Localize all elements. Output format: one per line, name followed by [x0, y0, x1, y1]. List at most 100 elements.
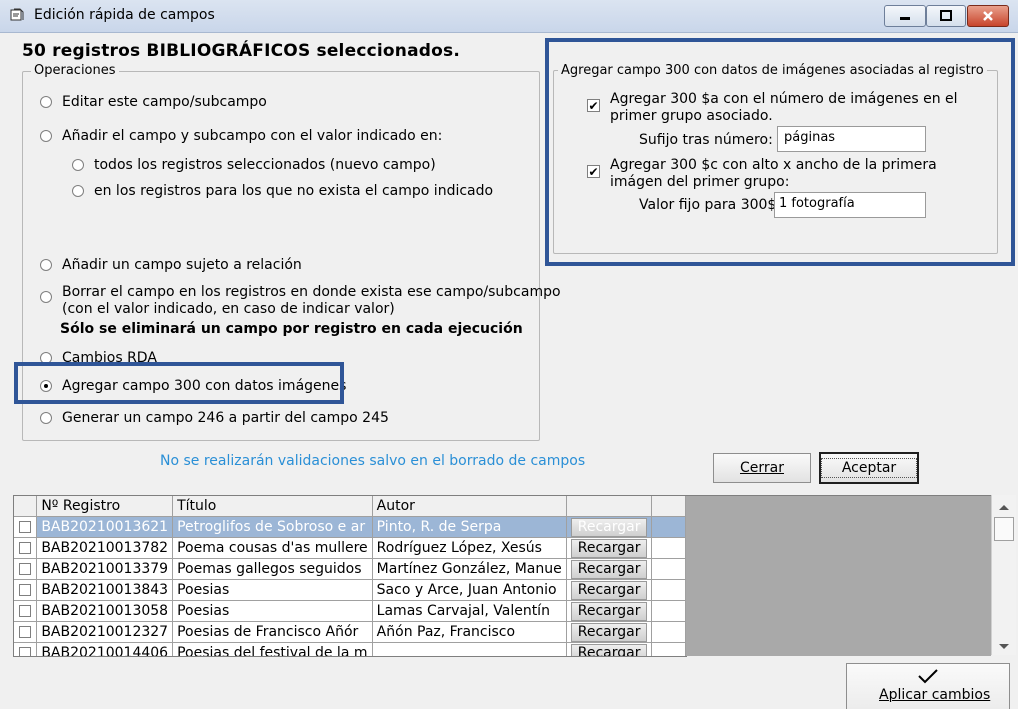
header-cell — [14, 496, 38, 517]
reload-button[interactable]: Recargar — [570, 517, 648, 537]
minimize-icon — [900, 17, 910, 20]
option-add-related-field[interactable]: Añadir un campo sujeto a relación — [40, 257, 302, 273]
radio-button[interactable] — [40, 130, 52, 142]
row-select-cell[interactable] — [14, 558, 38, 580]
row-select-cell[interactable] — [14, 600, 38, 622]
info-message: No se realizarán validaciones salvo en e… — [160, 453, 586, 469]
option-edit-field[interactable]: Editar este campo/subcampo — [40, 94, 267, 110]
row-select-cell[interactable] — [14, 537, 38, 559]
maximize-button[interactable] — [926, 5, 966, 27]
record-id: BAB20210012327 — [36, 621, 174, 643]
record-id: BAB20210013843 — [36, 579, 174, 601]
record-title: Poesias del festival de la m — [172, 642, 373, 656]
scroll-thumb[interactable] — [994, 517, 1014, 541]
reload-button[interactable]: Recargar — [570, 643, 648, 656]
empty-cell — [651, 642, 686, 656]
fixed-value-label: Valor fijo para 300$a: — [639, 197, 790, 213]
table-row[interactable]: BAB20210013379 Poemas gallegos seguidos … — [14, 558, 686, 580]
header-cell[interactable]: Título — [172, 496, 373, 517]
option-delete-field[interactable]: Borrar el campo en los registros en dond… — [40, 284, 561, 317]
check-300c-label: Agregar 300 $c con alto x ancho de la pr… — [610, 157, 937, 191]
record-author: Lamas Carvajal, Valentín — [372, 600, 567, 622]
row-checkbox[interactable] — [19, 521, 32, 533]
header-cell[interactable] — [566, 496, 653, 517]
delete-note: Sólo se eliminará un campo por registro … — [60, 321, 523, 337]
table-row[interactable]: BAB20210013621 Petroglifos de Sobroso e … — [14, 516, 686, 538]
label-line: Agregar 300 $c con alto x ancho de la pr… — [610, 157, 937, 173]
reload-button[interactable]: Recargar — [570, 580, 648, 600]
record-title: Poesias de Francisco Añór — [172, 621, 373, 643]
close-icon — [983, 11, 993, 21]
reload-button[interactable]: Recargar — [570, 601, 648, 621]
vertical-scrollbar[interactable] — [991, 495, 1016, 655]
row-checkbox[interactable] — [19, 626, 32, 638]
radio-button[interactable] — [40, 96, 52, 108]
reload-cell: Recargar — [566, 642, 653, 656]
row-select-cell[interactable] — [14, 516, 38, 538]
record-author: Martínez González, Manue — [372, 558, 567, 580]
maximize-icon — [940, 10, 952, 21]
reload-button[interactable]: Recargar — [570, 538, 648, 558]
header-cell[interactable] — [651, 496, 686, 517]
scroll-down-icon[interactable] — [998, 640, 1010, 655]
close-button[interactable] — [967, 5, 1009, 27]
record-id: BAB20210013782 — [36, 537, 174, 559]
table-row[interactable]: BAB20210013058 Poesias Lamas Carvajal, V… — [14, 600, 686, 622]
reload-cell: Recargar — [566, 600, 653, 622]
table-row[interactable]: BAB20210012327 Poesias de Francisco Añór… — [14, 621, 686, 643]
check-300c[interactable]: ✔ — [587, 165, 600, 178]
check-300a[interactable]: ✔ — [587, 99, 600, 112]
fixed-value-input[interactable]: 1 fotografía — [774, 192, 926, 218]
radio-button[interactable] — [40, 291, 52, 303]
reload-button[interactable]: Recargar — [570, 559, 648, 579]
empty-cell — [651, 516, 686, 538]
reload-cell: Recargar — [566, 537, 653, 559]
row-select-cell[interactable] — [14, 642, 38, 656]
record-title: Poemas gallegos seguidos — [172, 558, 373, 580]
radio-button[interactable] — [40, 412, 52, 424]
records-grid[interactable]: Nº Registro Título Autor BAB20210013621 … — [13, 495, 687, 657]
option-missing-field[interactable]: en los registros para los que no exista … — [72, 183, 493, 199]
radio-button[interactable] — [40, 259, 52, 271]
table-row[interactable]: BAB20210013843 Poesias Saco y Arce, Juan… — [14, 579, 686, 601]
table-row[interactable]: BAB20210013782 Poema cousas d'as mullere… — [14, 537, 686, 559]
window-title: Edición rápida de campos — [34, 7, 215, 23]
scroll-up-icon[interactable] — [998, 500, 1010, 515]
option-label-line2: (con el valor indicado, en caso de indic… — [62, 301, 395, 317]
record-title: Petroglifos de Sobroso e ar — [172, 516, 373, 538]
row-checkbox[interactable] — [19, 647, 32, 656]
table-row[interactable]: BAB20210014406 Poesias del festival de l… — [14, 642, 686, 656]
reload-cell: Recargar — [566, 621, 653, 643]
record-title: Poesias — [172, 579, 373, 601]
radio-button[interactable] — [72, 159, 84, 171]
header-cell[interactable]: Nº Registro — [36, 496, 174, 517]
record-title: Poema cousas d'as mullere — [172, 537, 373, 559]
option-label: todos los registros seleccionados (nuevo… — [94, 157, 436, 173]
reload-button[interactable]: Recargar — [570, 622, 648, 642]
label-line: imágen del primer grupo: — [610, 174, 790, 190]
row-checkbox[interactable] — [19, 605, 32, 617]
checkmark-icon: ✔ — [588, 164, 599, 179]
row-checkbox[interactable] — [19, 563, 32, 575]
header-cell[interactable]: Autor — [372, 496, 567, 517]
suffix-input[interactable]: páginas — [777, 126, 926, 152]
radio-button[interactable] — [72, 185, 84, 197]
title-bar: Edición rápida de campos — [0, 0, 1018, 33]
record-id: BAB20210013621 — [36, 516, 174, 538]
apply-changes-button[interactable]: Aplicar cambios — [846, 663, 1010, 709]
row-select-cell[interactable] — [14, 621, 38, 643]
empty-cell — [651, 558, 686, 580]
option-generate-246[interactable]: Generar un campo 246 a partir del campo … — [40, 410, 389, 426]
row-select-cell[interactable] — [14, 579, 38, 601]
accept-button[interactable]: Aceptar — [819, 452, 919, 484]
close-dialog-button[interactable]: Cerrar — [713, 453, 811, 483]
checkmark-icon — [918, 669, 938, 684]
option-add-field[interactable]: Añadir el campo y subcampo con el valor … — [40, 128, 442, 144]
option-all-records[interactable]: todos los registros seleccionados (nuevo… — [72, 157, 436, 173]
row-checkbox[interactable] — [19, 584, 32, 596]
row-checkbox[interactable] — [19, 542, 32, 554]
images-legend: Agregar campo 300 con datos de imágenes … — [558, 63, 987, 78]
minimize-button[interactable] — [884, 5, 926, 27]
empty-cell — [651, 621, 686, 643]
button-label: Cerrar — [740, 460, 784, 476]
